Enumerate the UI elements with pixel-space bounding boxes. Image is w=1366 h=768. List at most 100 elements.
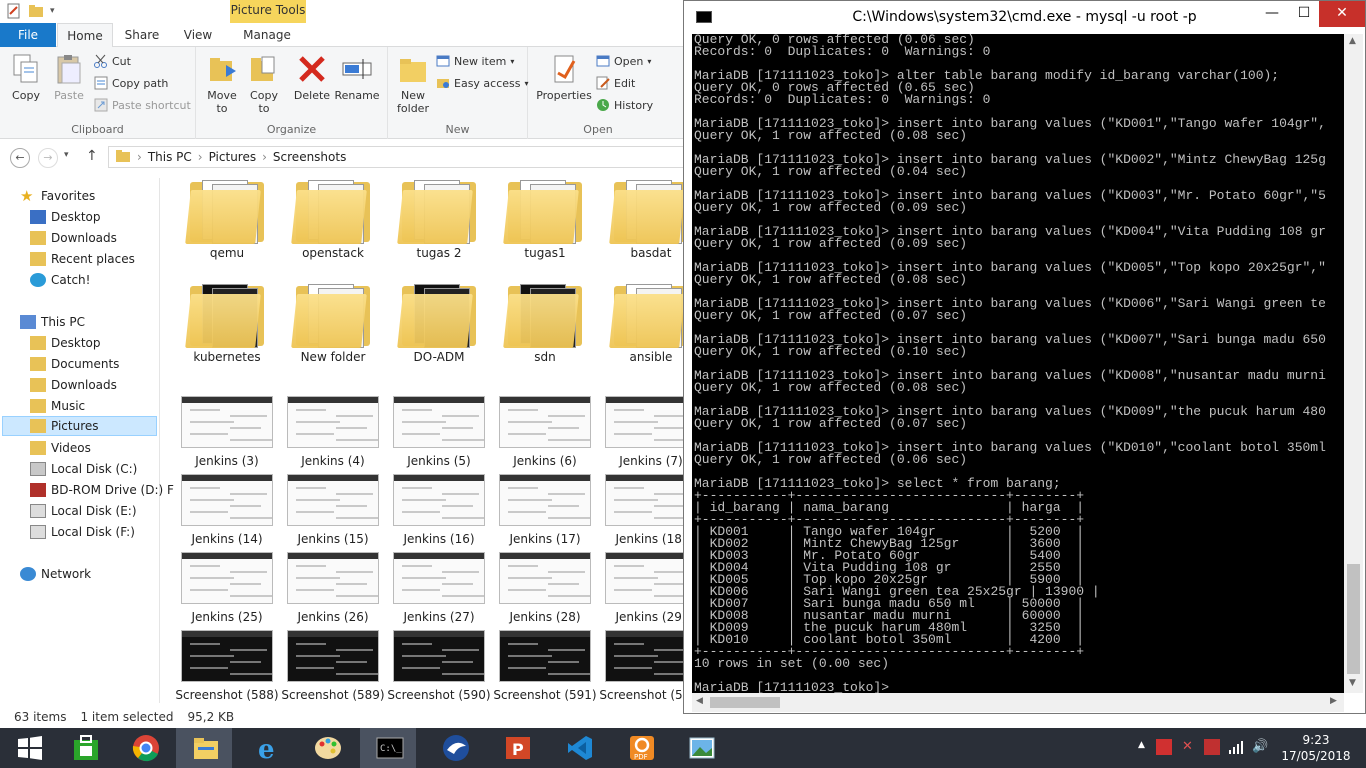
cmd-titlebar[interactable]: C:\Windows\system32\cmd.exe - mysql -u r… <box>684 1 1365 34</box>
tab-view[interactable]: View <box>172 23 224 47</box>
sidebar-item-documents[interactable]: Documents <box>30 354 119 374</box>
taskbar-chrome[interactable] <box>116 728 172 768</box>
tab-home[interactable]: Home <box>57 23 113 48</box>
folder-item[interactable]: openstack <box>280 176 386 260</box>
scroll-right-arrow-icon[interactable]: ▶ <box>1330 696 1337 706</box>
taskbar-store[interactable] <box>56 728 112 768</box>
image-file-item[interactable]: Jenkins (26) <box>280 552 386 624</box>
open-button[interactable]: Open ▾ <box>596 54 651 68</box>
sidebar-item-desktop-fav[interactable]: Desktop <box>30 207 101 227</box>
image-file-item[interactable]: Jenkins (27) <box>386 552 492 624</box>
breadcrumb[interactable]: › This PC › Pictures › Screenshots <box>108 146 686 168</box>
image-file-item[interactable]: Jenkins (18) <box>598 474 686 546</box>
edit-button[interactable]: Edit <box>596 76 635 90</box>
tab-share[interactable]: Share <box>116 23 168 47</box>
tab-manage[interactable]: Manage <box>232 23 302 47</box>
image-file-item[interactable]: Jenkins (5) <box>386 396 492 468</box>
move-to-button[interactable]: Move to <box>202 53 242 115</box>
scroll-up-arrow-icon[interactable]: ▲ <box>1349 36 1356 46</box>
image-file-item[interactable]: Screenshot (591) <box>492 630 598 702</box>
minimize-button[interactable]: — <box>1255 1 1289 27</box>
taskbar-pdf-reader[interactable]: PDF <box>612 728 668 768</box>
image-file-item[interactable]: Screenshot (592) <box>598 630 686 702</box>
easy-access-button[interactable]: Easy access ▾ <box>436 76 529 90</box>
scroll-left-arrow-icon[interactable]: ◀ <box>696 696 703 706</box>
rename-button[interactable]: Rename <box>334 53 380 102</box>
sidebar-item-desktop[interactable]: Desktop <box>30 333 101 353</box>
image-file-item[interactable]: Screenshot (588) <box>174 630 280 702</box>
image-file-item[interactable]: Jenkins (14) <box>174 474 280 546</box>
back-button[interactable]: ← <box>10 148 30 168</box>
taskbar-cmd[interactable]: C:\_ <box>360 728 416 768</box>
taskbar-vscode[interactable] <box>550 728 606 768</box>
recent-locations-chevron-icon[interactable]: ▾ <box>64 150 69 160</box>
new-item-button[interactable]: New item ▾ <box>436 54 514 68</box>
chevron-down-icon[interactable]: ▾ <box>50 3 58 19</box>
history-button[interactable]: History <box>596 98 653 112</box>
sidebar-item-downloads-fav[interactable]: Downloads <box>30 228 117 248</box>
console-output[interactable]: Query OK, 0 rows affected (0.06 sec) Reco… <box>692 34 1344 693</box>
close-button[interactable]: ✕ <box>1319 1 1365 27</box>
horizontal-scroll-thumb[interactable] <box>710 697 780 708</box>
taskbar-file-explorer[interactable] <box>176 728 232 768</box>
image-file-item[interactable]: Jenkins (15) <box>280 474 386 546</box>
folder-item[interactable]: New folder <box>280 280 386 364</box>
copy-path-button[interactable]: Copy path <box>94 76 168 90</box>
image-file-item[interactable]: Jenkins (7) <box>598 396 686 468</box>
breadcrumb-screenshots[interactable]: Screenshots <box>273 150 346 164</box>
cut-button[interactable]: Cut <box>94 54 131 68</box>
sidebar-item-catch[interactable]: Catch! <box>30 270 90 290</box>
folder-item[interactable]: kubernetes <box>174 280 280 364</box>
horizontal-scrollbar[interactable]: ◀ ▶ <box>692 693 1344 712</box>
image-file-item[interactable]: Jenkins (16) <box>386 474 492 546</box>
start-button[interactable] <box>0 728 56 768</box>
sidebar-item-local-disk-c[interactable]: Local Disk (C:) <box>30 459 137 479</box>
paste-button[interactable]: Paste <box>50 53 88 102</box>
properties-icon[interactable] <box>6 3 22 19</box>
tab-file[interactable]: File <box>0 23 56 47</box>
image-file-item[interactable]: Screenshot (590) <box>386 630 492 702</box>
properties-button[interactable]: Properties <box>534 53 594 102</box>
copy-to-button[interactable]: Copy to <box>244 53 284 115</box>
sidebar-item-bd-rom[interactable]: BD-ROM Drive (D:) F <box>30 480 174 500</box>
sidebar-item-downloads[interactable]: Downloads <box>30 375 117 395</box>
delete-button[interactable]: Delete <box>292 53 332 102</box>
new-folder-icon[interactable] <box>28 3 44 19</box>
breadcrumb-this-pc[interactable]: This PC <box>148 150 192 164</box>
scroll-down-arrow-icon[interactable]: ▼ <box>1349 678 1356 688</box>
folder-item[interactable]: basdat <box>598 176 686 260</box>
image-file-item[interactable]: Jenkins (3) <box>174 396 280 468</box>
copy-button[interactable]: Copy <box>6 53 46 102</box>
folder-item[interactable]: DO-ADM <box>386 280 492 364</box>
folder-item[interactable]: ansible <box>598 280 686 364</box>
sidebar-item-pictures[interactable]: Pictures <box>2 416 157 436</box>
image-file-item[interactable]: Jenkins (6) <box>492 396 598 468</box>
image-file-item[interactable]: Jenkins (4) <box>280 396 386 468</box>
tray-app-icon[interactable] <box>1156 739 1172 755</box>
image-file-item[interactable]: Jenkins (25) <box>174 552 280 624</box>
security-alert-icon[interactable]: ✕ <box>1182 739 1198 755</box>
folder-item[interactable]: tugas1 <box>492 176 598 260</box>
maximize-button[interactable]: ☐ <box>1287 1 1321 27</box>
volume-icon[interactable]: 🔊 <box>1252 739 1268 755</box>
image-file-item[interactable]: Jenkins (28) <box>492 552 598 624</box>
breadcrumb-pictures[interactable]: Pictures <box>209 150 257 164</box>
sidebar-item-recent-places[interactable]: Recent places <box>30 249 135 269</box>
taskbar-powerpoint[interactable]: P <box>488 728 544 768</box>
new-folder-button[interactable]: New folder <box>392 53 434 115</box>
taskbar-internet-explorer[interactable]: e <box>238 728 294 768</box>
sidebar-favorites[interactable]: ★ Favorites <box>20 186 95 206</box>
forward-button[interactable]: → <box>38 148 58 168</box>
vertical-scroll-thumb[interactable] <box>1347 564 1360 674</box>
show-hidden-icons-chevron-icon[interactable]: ▲ <box>1138 740 1145 750</box>
taskbar-email-client[interactable] <box>426 728 482 768</box>
wifi-signal-icon[interactable] <box>1228 739 1244 755</box>
paste-shortcut-button[interactable]: Paste shortcut <box>94 98 191 112</box>
folder-item[interactable]: tugas 2 <box>386 176 492 260</box>
battery-icon[interactable] <box>1204 739 1220 755</box>
folder-item[interactable]: qemu <box>174 176 280 260</box>
folder-item[interactable]: sdn <box>492 280 598 364</box>
sidebar-item-local-disk-e[interactable]: Local Disk (E:) <box>30 501 137 521</box>
up-arrow-icon[interactable]: ↑ <box>86 148 98 164</box>
sidebar-item-videos[interactable]: Videos <box>30 438 91 458</box>
